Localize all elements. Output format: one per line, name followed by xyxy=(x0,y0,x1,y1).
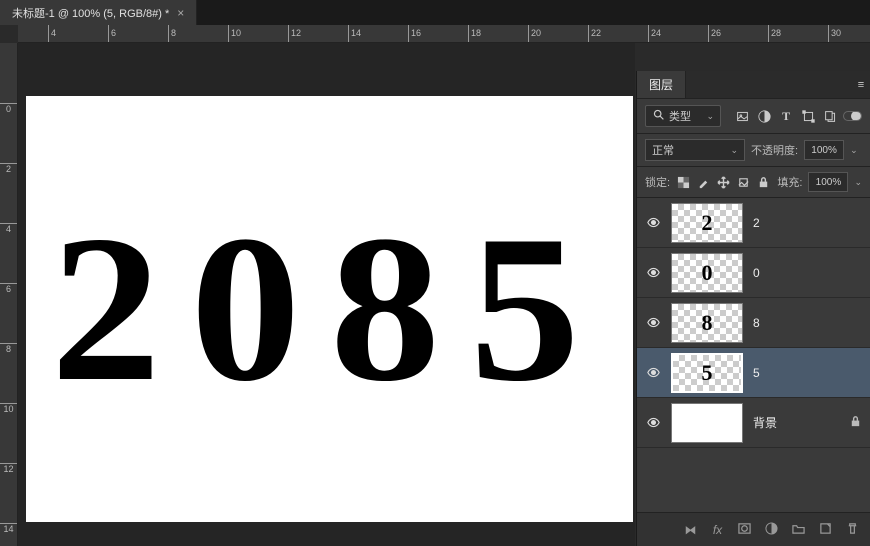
adjust-filter-icon[interactable] xyxy=(757,109,771,123)
opacity-value[interactable]: 100% xyxy=(804,140,844,160)
smart-filter-icon[interactable] xyxy=(823,109,837,123)
filter-label: 类型 xyxy=(669,108,691,124)
ruler-tick: 2 xyxy=(0,163,17,174)
filter-toggle[interactable] xyxy=(843,111,862,121)
ruler-tick: 26 xyxy=(708,25,721,42)
ruler-tick: 14 xyxy=(348,25,361,42)
chevron-down-icon: ⌄ xyxy=(707,111,715,122)
panel-tab-bar: 图层 ≡ xyxy=(637,71,870,99)
close-icon[interactable]: × xyxy=(177,6,184,20)
lock-icon xyxy=(849,415,862,431)
blend-mode-label: 正常 xyxy=(652,142,674,158)
ruler-tick: 6 xyxy=(108,25,116,42)
layer-name: 背景 xyxy=(753,414,777,431)
canvas-text: 2085 xyxy=(50,189,609,430)
layer-name: 5 xyxy=(753,366,760,380)
layers-panel: 图层 ≡ 类型 ⌄ T 正常 ⌄ 不透明度: 100% ⌄ 锁定: xyxy=(636,71,870,546)
chevron-down-icon[interactable]: ⌄ xyxy=(850,145,858,156)
visibility-icon[interactable] xyxy=(645,415,661,431)
fill-value[interactable]: 100% xyxy=(808,172,848,192)
adjustment-layer-icon[interactable] xyxy=(764,522,779,538)
ruler-tick: 18 xyxy=(468,25,481,42)
lock-icons xyxy=(676,175,770,189)
layer-thumbnail[interactable]: 2 xyxy=(671,203,743,243)
layer-thumbnail[interactable]: 5 xyxy=(671,353,743,393)
layer-row[interactable]: 55 xyxy=(637,348,870,398)
layer-list: 22008855背景 xyxy=(637,198,870,512)
layer-name: 0 xyxy=(753,266,760,280)
ruler-tick: 8 xyxy=(0,343,17,354)
ruler-tick: 0 xyxy=(0,103,17,114)
lock-artboard-icon[interactable] xyxy=(736,175,750,189)
layers-tab[interactable]: 图层 xyxy=(637,71,686,98)
chevron-down-icon[interactable]: ⌄ xyxy=(854,177,862,188)
ruler-tick: 8 xyxy=(168,25,176,42)
visibility-icon[interactable] xyxy=(645,365,661,381)
fill-label: 填充: xyxy=(777,174,802,190)
ruler-tick: 14 xyxy=(0,523,17,534)
blend-mode-select[interactable]: 正常 ⌄ xyxy=(645,139,745,161)
opacity-label: 不透明度: xyxy=(751,142,798,158)
visibility-icon[interactable] xyxy=(645,315,661,331)
lock-all-icon[interactable] xyxy=(756,175,770,189)
visibility-icon[interactable] xyxy=(645,265,661,281)
ruler-tick: 10 xyxy=(228,25,241,42)
layer-name: 8 xyxy=(753,316,760,330)
layer-row[interactable]: 背景 xyxy=(637,398,870,448)
layer-effects-icon[interactable]: fx xyxy=(710,523,725,537)
ruler-tick: 28 xyxy=(768,25,781,42)
layer-thumbnail[interactable] xyxy=(671,403,743,443)
panel-bottom-bar: ⧓ fx xyxy=(637,512,870,546)
ruler-tick: 12 xyxy=(288,25,301,42)
link-layers-icon[interactable]: ⧓ xyxy=(683,523,698,537)
ruler-tick: 16 xyxy=(408,25,421,42)
layer-row[interactable]: 00 xyxy=(637,248,870,298)
ruler-tick: 4 xyxy=(0,223,17,234)
panel-menu-icon[interactable]: ≡ xyxy=(852,71,870,98)
blend-row: 正常 ⌄ 不透明度: 100% ⌄ xyxy=(637,134,870,167)
search-icon xyxy=(652,108,665,124)
type-filter-icon[interactable]: T xyxy=(779,109,793,123)
visibility-icon[interactable] xyxy=(645,215,661,231)
layer-thumbnail[interactable]: 8 xyxy=(671,303,743,343)
lock-row: 锁定: 填充: 100% ⌄ xyxy=(637,167,870,198)
layer-thumbnail[interactable]: 0 xyxy=(671,253,743,293)
document-tab[interactable]: 未标题-1 @ 100% (5, RGB/8#) * × xyxy=(0,0,197,25)
chevron-down-icon: ⌄ xyxy=(730,145,738,156)
canvas[interactable]: 2085 xyxy=(26,96,633,522)
group-icon[interactable] xyxy=(791,522,806,538)
layer-filter-row: 类型 ⌄ T xyxy=(637,99,870,134)
ruler-tick: 20 xyxy=(528,25,541,42)
lock-transparency-icon[interactable] xyxy=(676,175,690,189)
shape-filter-icon[interactable] xyxy=(801,109,815,123)
document-tab-title: 未标题-1 @ 100% (5, RGB/8#) * xyxy=(12,5,169,21)
ruler-tick: 24 xyxy=(648,25,661,42)
image-filter-icon[interactable] xyxy=(735,109,749,123)
layer-filter-select[interactable]: 类型 ⌄ xyxy=(645,105,721,127)
layer-row[interactable]: 88 xyxy=(637,298,870,348)
lock-label: 锁定: xyxy=(645,174,670,190)
canvas-area[interactable]: 2085 xyxy=(18,43,635,546)
delete-layer-icon[interactable] xyxy=(845,522,860,538)
layer-row[interactable]: 22 xyxy=(637,198,870,248)
lock-paint-icon[interactable] xyxy=(696,175,710,189)
layer-name: 2 xyxy=(753,216,760,230)
ruler-tick: 12 xyxy=(0,463,17,474)
ruler-tick: 10 xyxy=(0,403,17,414)
ruler-tick: 6 xyxy=(0,283,17,294)
ruler-tick: 30 xyxy=(828,25,841,42)
layer-mask-icon[interactable] xyxy=(737,522,752,538)
ruler-tick: 22 xyxy=(588,25,601,42)
document-tab-bar: 未标题-1 @ 100% (5, RGB/8#) * × xyxy=(0,0,870,25)
ruler-horizontal: 4 6 8 10 12 14 16 18 20 22 24 26 28 30 xyxy=(18,25,870,43)
lock-move-icon[interactable] xyxy=(716,175,730,189)
ruler-tick: 4 xyxy=(48,25,56,42)
filter-type-icons: T xyxy=(735,109,837,123)
ruler-vertical: 0 2 4 6 8 10 12 14 xyxy=(0,43,18,546)
new-layer-icon[interactable] xyxy=(818,522,833,538)
